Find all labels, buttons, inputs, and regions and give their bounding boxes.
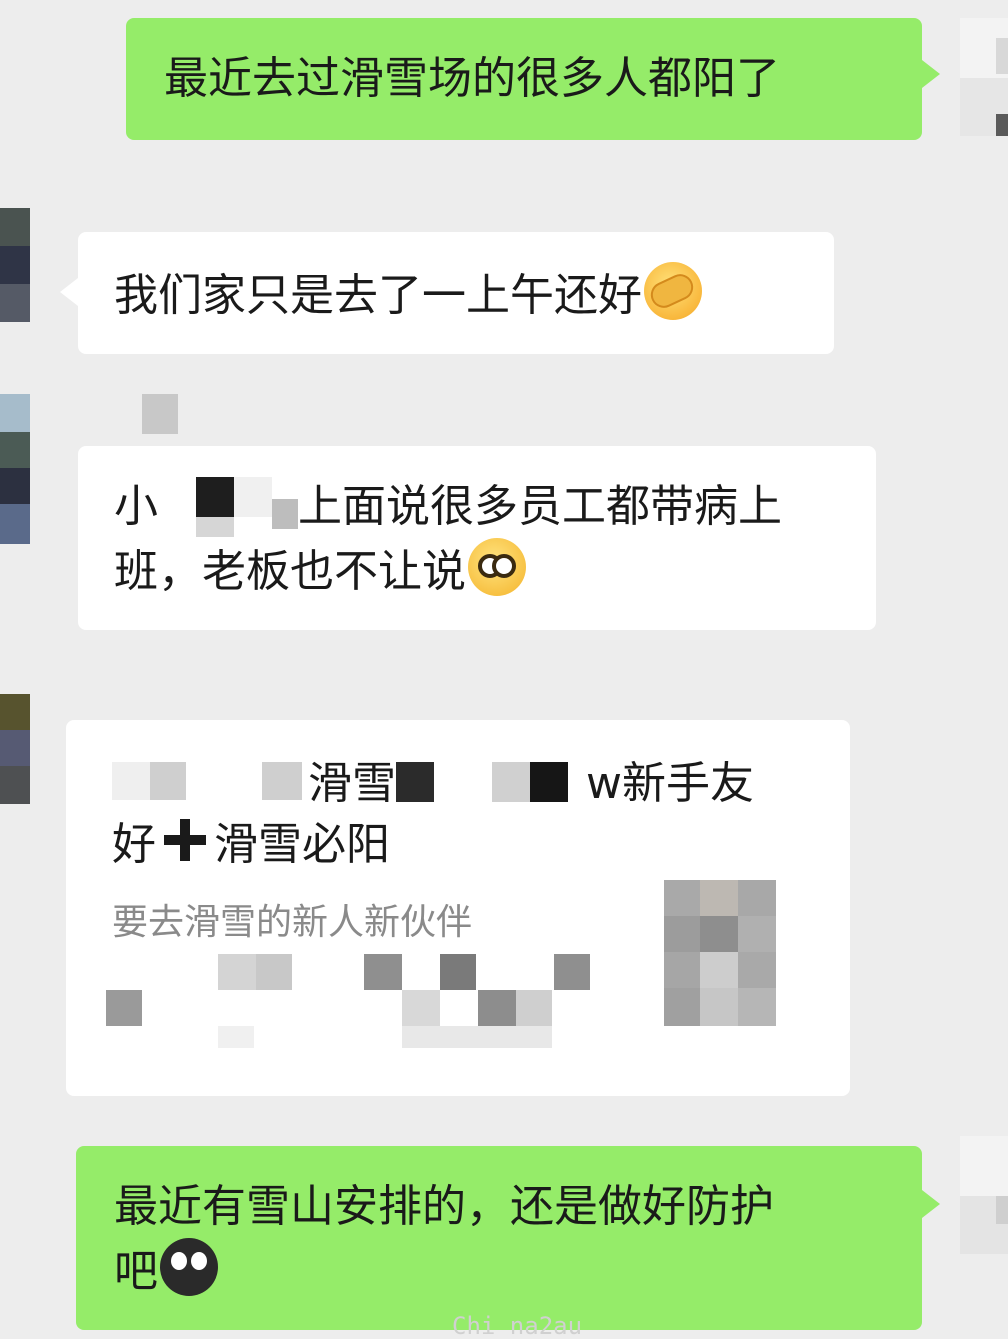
scared-crying-emoji-icon — [160, 1238, 218, 1296]
pleading-emoji-icon — [468, 538, 526, 596]
message-line-1: 小 上面说很多员工都带病上 — [114, 476, 876, 538]
self-avatar-top[interactable] — [960, 18, 1008, 136]
contact-avatar[interactable] — [0, 394, 30, 544]
bubble-tail — [60, 278, 78, 306]
message-bubble-incoming[interactable]: 我们家只是去了一上午还好 — [78, 232, 834, 354]
link-card-title-line-2: 好 滑雪必阳 — [112, 814, 390, 876]
message-line-1: 最近有雪山安排的，还是做好防护 — [114, 1181, 774, 1232]
message-text: 我们家只是去了一上午还好 — [114, 270, 642, 321]
message-text: 班，老板也不让说 — [114, 546, 466, 597]
message-text: 上面说很多员工都带病上 — [298, 481, 782, 532]
link-card-title-line-1: 滑雪 w新手友 — [112, 752, 754, 814]
message-bubble-incoming[interactable]: 小 上面说很多员工都带病上 班，老板也不让说 — [78, 446, 876, 630]
message-bubble-outgoing[interactable]: 最近有雪山安排的，还是做好防护 吧 — [76, 1146, 922, 1330]
link-card-title-text: w新手友 — [586, 758, 754, 809]
link-card-message[interactable]: 滑雪 w新手友 好 滑雪必阳 要去滑雪的新人新伙伴 — [66, 720, 850, 1096]
link-card-thumbnail — [664, 880, 776, 1026]
pixelated-redaction — [396, 752, 586, 808]
message-text: 小 — [114, 481, 158, 532]
bubble-tail — [922, 1190, 940, 1218]
message-line-2: 吧 — [114, 1238, 922, 1303]
message-text: 吧 — [114, 1246, 158, 1297]
bubble-tail — [922, 60, 940, 88]
pixelated-redaction — [102, 950, 602, 1060]
pixelated-redaction — [112, 752, 308, 808]
message-text: 最近去过滑雪场的很多人都阳了 — [164, 53, 780, 104]
link-card-description: 要去滑雪的新人新伙伴 — [112, 902, 473, 943]
self-avatar-bottom[interactable] — [960, 1136, 1008, 1254]
pixelated-redaction — [142, 394, 178, 434]
pixelated-redaction — [158, 477, 298, 537]
facepalm-emoji-icon — [644, 262, 702, 320]
link-card-title-text: 滑雪必阳 — [214, 819, 390, 870]
contact-avatar[interactable] — [0, 208, 30, 322]
message-bubble-outgoing[interactable]: 最近去过滑雪场的很多人都阳了 — [126, 18, 922, 140]
message-line-2: 班，老板也不让说 — [114, 538, 876, 603]
watermark: Chi na2au — [452, 1312, 583, 1339]
link-card-title-text: 滑雪 — [308, 758, 396, 809]
contact-avatar[interactable] — [0, 694, 30, 804]
link-card-title-text: 好 — [112, 819, 156, 870]
plus-icon — [160, 815, 210, 865]
